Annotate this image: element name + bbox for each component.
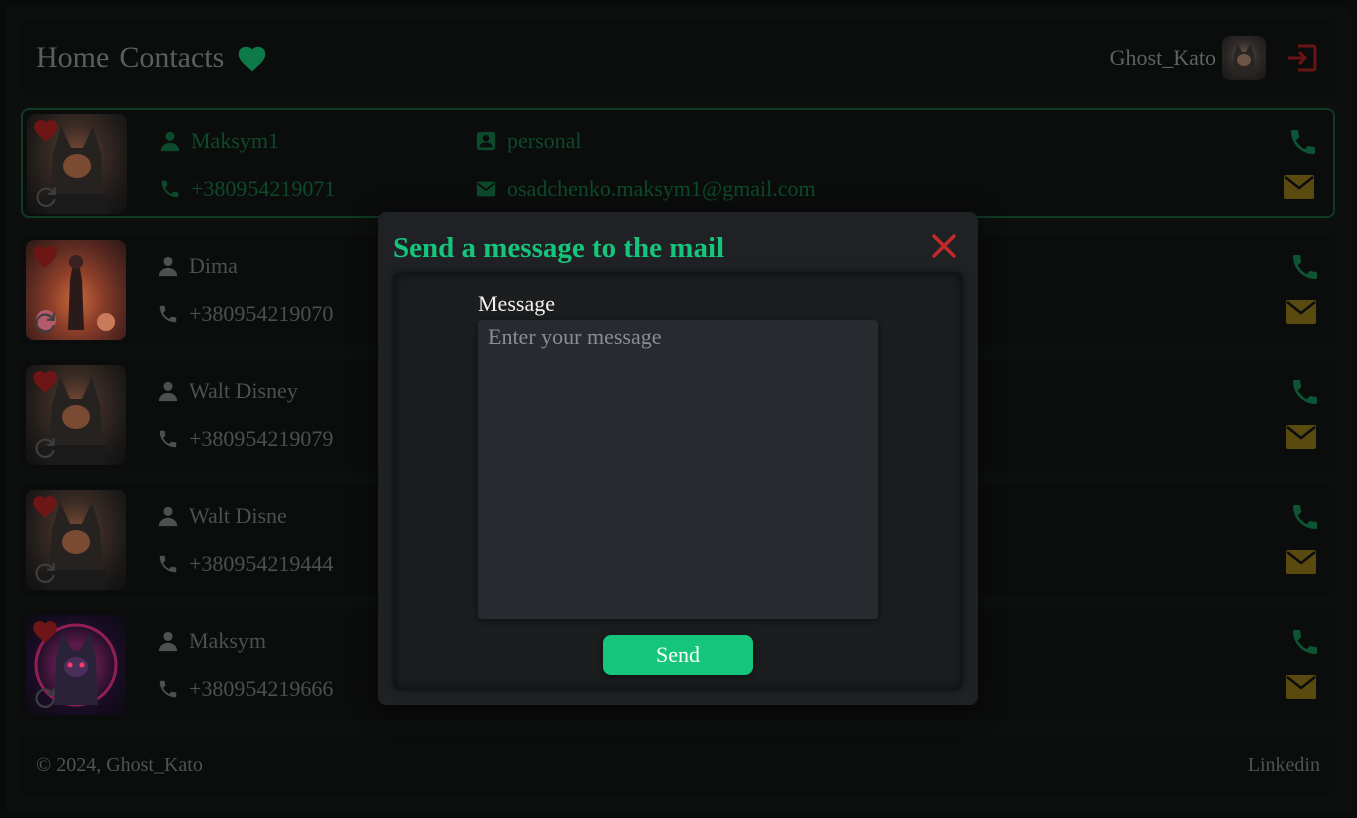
nav-home-link[interactable]: Home [36, 41, 109, 75]
call-icon[interactable] [1289, 501, 1321, 533]
send-message-modal: Send a message to the mail Message Send [378, 212, 978, 705]
contact-name: Walt Disne [189, 503, 287, 528]
contact-phone-field: +380954219070 [157, 301, 333, 327]
phone-small-icon [159, 430, 177, 448]
favorite-heart-icon[interactable] [31, 117, 61, 143]
username-label: Ghost_Kato [1109, 44, 1216, 70]
favorite-heart-icon[interactable] [30, 243, 60, 269]
favorite-heart-icon[interactable] [30, 493, 60, 519]
nav-contacts-link[interactable]: Contacts [119, 41, 224, 75]
message-label: Message [478, 291, 555, 316]
refresh-icon[interactable] [32, 685, 58, 711]
contact-photo [27, 114, 127, 214]
close-icon[interactable] [930, 232, 958, 260]
person-icon [158, 381, 178, 402]
send-mail-icon[interactable] [1283, 174, 1315, 200]
send-mail-icon[interactable] [1285, 424, 1317, 450]
send-mail-icon[interactable] [1285, 299, 1317, 325]
logout-icon[interactable] [1284, 40, 1320, 76]
footer: © 2024, Ghost_Kato Linkedin [21, 735, 1335, 795]
phone-small-icon [161, 180, 179, 198]
contact-phone: +380954219071 [191, 176, 336, 201]
favorite-heart-icon[interactable] [30, 618, 60, 644]
contact-phone: +380954219079 [189, 426, 334, 451]
refresh-icon[interactable] [32, 560, 58, 586]
favorite-heart-icon[interactable] [30, 368, 60, 394]
contact-phone-field: +380954219079 [157, 426, 333, 452]
contact-card-icon [476, 131, 496, 151]
person-icon [158, 256, 178, 277]
contact-group-field: personal [475, 128, 582, 154]
call-icon[interactable] [1289, 626, 1321, 658]
send-mail-icon[interactable] [1285, 674, 1317, 700]
send-button[interactable]: Send [603, 635, 753, 675]
contact-name: Walt Disney [189, 378, 298, 403]
call-icon[interactable] [1289, 376, 1321, 408]
contact-name: Maksym1 [191, 128, 279, 153]
refresh-icon[interactable] [32, 435, 58, 461]
phone-small-icon [159, 555, 177, 573]
message-textarea[interactable] [478, 320, 878, 619]
person-icon [158, 506, 178, 527]
contact-name-field: Walt Disney [157, 378, 298, 404]
contact-phone: +380954219666 [189, 676, 334, 701]
call-icon[interactable] [1289, 251, 1321, 283]
refresh-icon[interactable] [33, 184, 59, 210]
send-mail-icon[interactable] [1285, 549, 1317, 575]
contact-phone: +380954219070 [189, 301, 334, 326]
contact-photo [26, 490, 126, 590]
phone-small-icon [159, 680, 177, 698]
contact-name-field: Maksym1 [159, 128, 279, 154]
contact-name: Dima [189, 253, 238, 278]
user-avatar[interactable] [1222, 35, 1266, 80]
linkedin-link[interactable]: Linkedin [1248, 754, 1320, 777]
favorites-heart-icon[interactable] [236, 43, 268, 73]
call-icon[interactable] [1287, 126, 1319, 158]
contact-name-field: Walt Disne [157, 503, 287, 529]
message-form: Message Send [393, 272, 963, 690]
email-small-icon [476, 181, 496, 197]
refresh-icon[interactable] [32, 310, 58, 336]
contact-phone: +380954219444 [189, 551, 334, 576]
contact-name: Maksym [189, 628, 266, 653]
header: Home Contacts Ghost_Kato [21, 20, 1335, 95]
modal-title: Send a message to the mail [393, 232, 725, 264]
contact-photo [26, 365, 126, 465]
contact-photo [26, 615, 126, 715]
contact-photo [26, 240, 126, 340]
contact-name-field: Maksym [157, 628, 266, 654]
contact-phone-field: +380954219444 [157, 551, 333, 577]
contact-email-field: osadchenko.maksym1@gmail.com [475, 176, 816, 202]
contact-group: personal [507, 128, 582, 153]
copyright-text: © 2024, Ghost_Kato [36, 753, 203, 776]
contact-email: osadchenko.maksym1@gmail.com [507, 176, 816, 201]
person-icon [158, 631, 178, 652]
contact-phone-field: +380954219666 [157, 676, 333, 702]
phone-small-icon [159, 305, 177, 323]
contact-card[interactable]: Maksym1 +380954219071 personal osadchenk… [21, 108, 1335, 218]
person-icon [160, 131, 180, 152]
contact-name-field: Dima [157, 253, 238, 279]
contact-phone-field: +380954219071 [159, 176, 335, 202]
